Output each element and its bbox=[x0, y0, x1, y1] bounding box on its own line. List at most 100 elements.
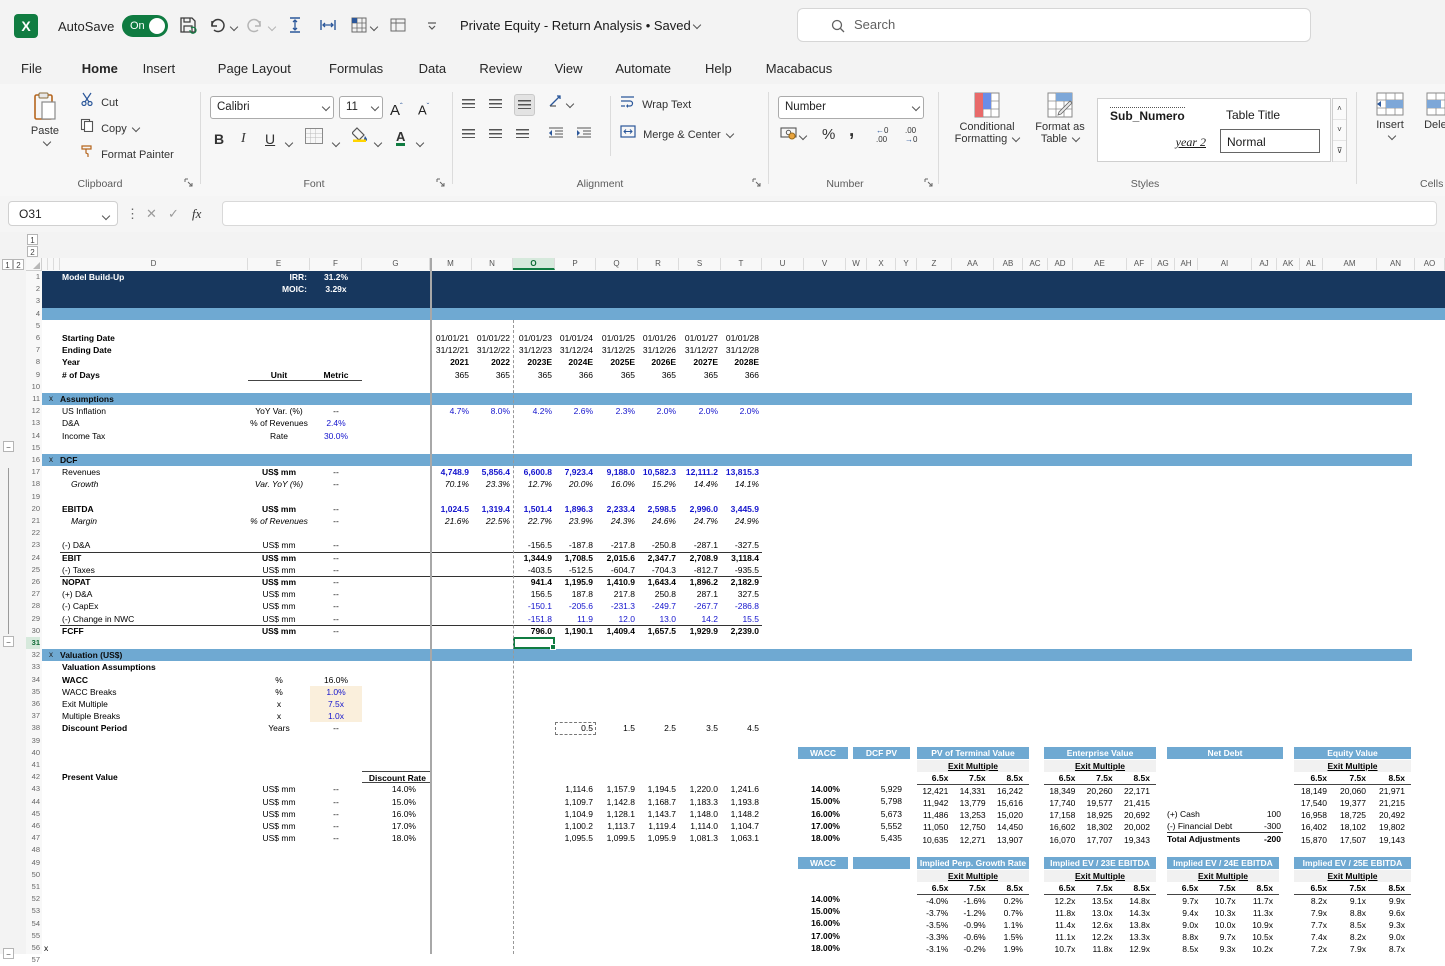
cell-O9[interactable]: 365 bbox=[513, 369, 555, 381]
cell-O28[interactable]: -150.1 bbox=[513, 600, 555, 612]
sens-cell[interactable]: 8.5x bbox=[1167, 943, 1204, 954]
cell-R45[interactable]: 1,143.7 bbox=[638, 808, 679, 820]
align-left-button[interactable] bbox=[462, 124, 475, 146]
cell-F44[interactable]: -- bbox=[310, 796, 362, 808]
cell-E46[interactable]: US$ mm bbox=[248, 820, 310, 832]
cell-Q9[interactable]: 365 bbox=[596, 369, 638, 381]
font-color-dropdown-icon[interactable] bbox=[416, 139, 424, 147]
cell-E12[interactable]: YoY Var. (%) bbox=[248, 405, 310, 417]
cell-M18[interactable]: 70.1% bbox=[430, 478, 472, 490]
tab-help[interactable]: Help bbox=[702, 56, 735, 84]
cell-P17[interactable]: 7,923.4 bbox=[555, 466, 596, 478]
sens-cell[interactable]: 13,779 bbox=[954, 797, 991, 809]
paste-button[interactable]: Paste bbox=[20, 92, 70, 149]
cell-S20[interactable]: 2,996.0 bbox=[679, 503, 721, 515]
net-debt-value[interactable]: -300 bbox=[1245, 820, 1283, 832]
sens-cell[interactable]: 1.1% bbox=[992, 919, 1029, 931]
merge-center-button[interactable]: Merge & Center bbox=[620, 124, 733, 146]
cell-T38[interactable]: 4.5 bbox=[721, 722, 762, 734]
cell-R7[interactable]: 31/12/26 bbox=[638, 344, 679, 356]
sens-cell[interactable]: 9.0x bbox=[1167, 919, 1204, 931]
sens-cell[interactable]: 5,552 bbox=[853, 820, 910, 832]
cell-Q25[interactable]: -604.7 bbox=[596, 564, 638, 576]
sens-cell[interactable]: 12,271 bbox=[954, 834, 991, 846]
sens-cell[interactable]: 12,421 bbox=[917, 785, 954, 797]
cell-T43[interactable]: 1,241.6 bbox=[721, 783, 762, 795]
cell-D33[interactable]: Valuation Assumptions bbox=[60, 661, 248, 673]
cell-T24[interactable]: 3,118.4 bbox=[721, 552, 762, 564]
tab-file[interactable]: File bbox=[18, 56, 45, 84]
align-middle-button[interactable] bbox=[489, 94, 502, 116]
sens-cell[interactable]: 12.9x bbox=[1119, 943, 1156, 954]
row-header-47[interactable]: 47 bbox=[26, 832, 40, 844]
cell-Q47[interactable]: 1,099.5 bbox=[596, 832, 638, 844]
gallery-more-icon[interactable]: ⊽ bbox=[1333, 141, 1346, 162]
row-header-42[interactable]: 42 bbox=[26, 771, 40, 783]
gallery-down-icon[interactable]: ˅ bbox=[1333, 120, 1346, 141]
sens-cell[interactable]: -1.6% bbox=[954, 895, 991, 907]
col-outline-level-1-button[interactable]: 1 bbox=[2, 259, 13, 270]
sens-cell[interactable]: 14,331 bbox=[954, 785, 991, 797]
row-header-21[interactable]: 21 bbox=[26, 515, 40, 527]
increase-decimal-button[interactable]: ←0.00 bbox=[876, 126, 888, 148]
cell-D13[interactable]: D&A bbox=[60, 417, 248, 429]
cell-O25[interactable]: -403.5 bbox=[513, 564, 555, 576]
cell-G47[interactable]: 18.0% bbox=[362, 832, 430, 844]
sens-cell[interactable]: 18,149 bbox=[1294, 785, 1333, 797]
grow-font-button[interactable]: Aˆ bbox=[390, 96, 403, 118]
column-header-AK[interactable]: AK bbox=[1277, 258, 1300, 270]
cell-T12[interactable]: 2.0% bbox=[721, 405, 762, 417]
sens-cell[interactable]: 11.7x bbox=[1242, 895, 1279, 907]
cell-D25[interactable]: (-) Taxes bbox=[60, 564, 248, 576]
increase-indent-button[interactable] bbox=[576, 124, 592, 146]
cell-O30[interactable]: 796.0 bbox=[513, 625, 555, 637]
orientation-button[interactable] bbox=[548, 94, 573, 116]
undo-dropdown-icon[interactable] bbox=[230, 23, 238, 31]
column-header-E[interactable]: E bbox=[248, 258, 310, 270]
row-header-50[interactable]: 50 bbox=[26, 869, 40, 881]
cell-T6[interactable]: 01/01/28 bbox=[721, 332, 762, 344]
cell-O24[interactable]: 1,344.9 bbox=[513, 552, 555, 564]
row-header-1[interactable]: 1 bbox=[26, 271, 40, 283]
cell-F1[interactable]: 31.2% bbox=[310, 271, 362, 283]
cell-R27[interactable]: 250.8 bbox=[638, 588, 679, 600]
cell-D21[interactable]: Margin bbox=[60, 515, 248, 527]
cell-T29[interactable]: 15.5 bbox=[721, 613, 762, 625]
cell-Q29[interactable]: 12.0 bbox=[596, 613, 638, 625]
shrink-font-button[interactable]: Aˇ bbox=[418, 96, 429, 118]
cell-P45[interactable]: 1,104.9 bbox=[555, 808, 596, 820]
cell-D23[interactable]: (-) D&A bbox=[60, 539, 248, 551]
sens-cell[interactable]: 10.2x bbox=[1242, 943, 1279, 954]
cell-T26[interactable]: 2,182.9 bbox=[721, 576, 762, 588]
insert-cells-dropdown-icon[interactable] bbox=[370, 23, 378, 31]
cell-O8[interactable]: 2023E bbox=[513, 356, 555, 368]
cell-P12[interactable]: 2.6% bbox=[555, 405, 596, 417]
cancel-icon[interactable]: ✕ bbox=[146, 201, 157, 226]
cell-S21[interactable]: 24.7% bbox=[679, 515, 721, 527]
style-year2[interactable]: year 2 bbox=[1138, 135, 1206, 150]
sens-cell[interactable]: -0.6% bbox=[954, 931, 991, 943]
cell-R6[interactable]: 01/01/26 bbox=[638, 332, 679, 344]
cell-T23[interactable]: -327.5 bbox=[721, 539, 762, 551]
autosave-toggle[interactable]: On bbox=[122, 15, 168, 37]
cell-P18[interactable]: 20.0% bbox=[555, 478, 596, 490]
column-width-icon[interactable] bbox=[316, 14, 340, 38]
cell-M12[interactable]: 4.7% bbox=[430, 405, 472, 417]
sens-cell[interactable]: 5,798 bbox=[853, 795, 910, 807]
cell-D17[interactable]: Revenues bbox=[60, 466, 248, 478]
sens-cell[interactable]: 0.2% bbox=[992, 895, 1029, 907]
comma-style-button[interactable]: , bbox=[849, 120, 854, 142]
sens-cell[interactable]: 9.0x bbox=[1372, 931, 1411, 943]
excel-logo-icon[interactable]: X bbox=[14, 14, 38, 38]
cell-P44[interactable]: 1,109.7 bbox=[555, 796, 596, 808]
formula-input[interactable] bbox=[222, 201, 1437, 226]
cell-P8[interactable]: 2024E bbox=[555, 356, 596, 368]
cell-E44[interactable]: US$ mm bbox=[248, 796, 310, 808]
cell-Q38[interactable]: 1.5 bbox=[596, 722, 638, 734]
row-header-20[interactable]: 20 bbox=[26, 503, 40, 515]
tab-automate[interactable]: Automate bbox=[612, 56, 674, 84]
cell-T27[interactable]: 327.5 bbox=[721, 588, 762, 600]
cell-Q7[interactable]: 31/12/25 bbox=[596, 344, 638, 356]
column-header-R[interactable]: R bbox=[638, 258, 679, 270]
cell-F17[interactable]: -- bbox=[310, 466, 362, 478]
